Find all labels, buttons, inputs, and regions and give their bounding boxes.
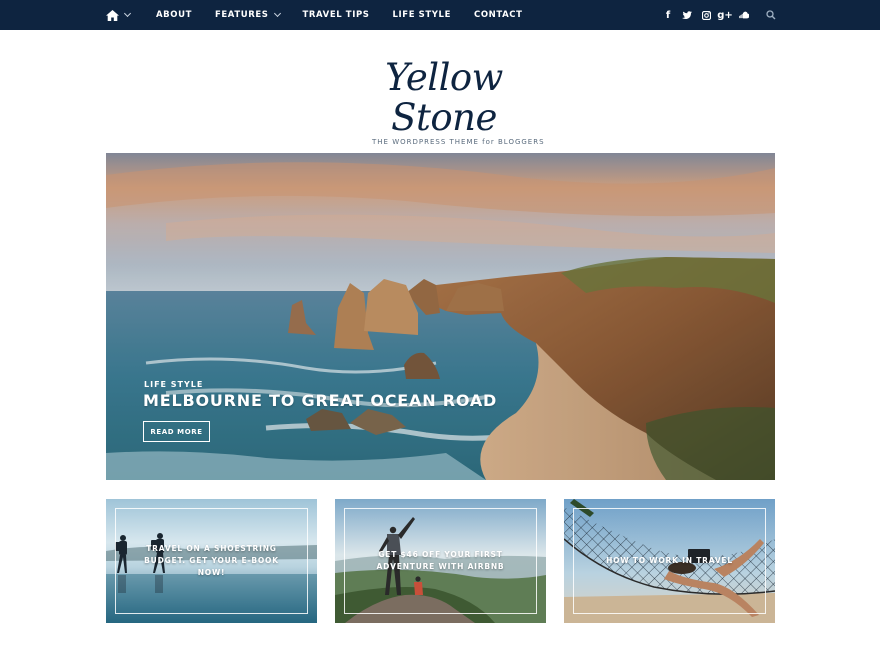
- hero-category[interactable]: LIFE STYLE: [144, 380, 203, 389]
- featured-slider[interactable]: LIFE STYLE MELBOURNE TO GREAT OCEAN ROAD…: [106, 153, 775, 480]
- promo-card-airbnb[interactable]: GET $46 OFF YOUR FIRST ADVENTURE WITH AI…: [335, 499, 546, 623]
- card-title: GET $46 OFF YOUR FIRST ADVENTURE WITH AI…: [376, 550, 505, 571]
- hero-title[interactable]: MELBOURNE TO GREAT OCEAN ROAD: [143, 391, 497, 410]
- instagram-icon[interactable]: [701, 8, 711, 22]
- social-links: f g+: [654, 0, 776, 30]
- read-more-button[interactable]: READ MORE: [143, 421, 210, 442]
- search-icon[interactable]: [766, 8, 776, 22]
- card-title: TRAVEL ON A SHOESTRING BUDGET. GET YOUR …: [144, 544, 279, 577]
- nav-label: TRAVEL TIPS: [302, 10, 370, 20]
- promo-card-work-in-travel[interactable]: HOW TO WORK IN TRAVEL: [564, 499, 775, 623]
- nav-item-about[interactable]: ABOUT: [156, 10, 192, 20]
- nav-item-contact[interactable]: CONTACT: [474, 10, 523, 20]
- card-title: HOW TO WORK IN TRAVEL: [606, 556, 733, 565]
- nav-label: FEATURES: [214, 10, 269, 20]
- chevron-down-icon: [123, 9, 132, 18]
- promo-card-shoestring[interactable]: TRAVEL ON A SHOESTRING BUDGET. GET YOUR …: [106, 499, 317, 623]
- chevron-down-icon: [273, 9, 281, 18]
- soundcloud-icon[interactable]: [739, 8, 749, 22]
- nav-label: LIFE STYLE: [392, 10, 451, 20]
- home-icon: [106, 9, 119, 21]
- site-logo[interactable]: Yellow Stone THE WORDPRESS THEME for BLO…: [320, 58, 560, 147]
- home-menu-item[interactable]: [106, 9, 132, 21]
- main-menu: ABOUT FEATURES TRAVEL TIPS LIFE STYLE CO…: [106, 0, 546, 30]
- nav-label: ABOUT: [156, 10, 192, 20]
- facebook-icon[interactable]: f: [663, 8, 673, 22]
- nav-item-life-style[interactable]: LIFE STYLE: [393, 10, 451, 20]
- nav-item-features[interactable]: FEATURES: [214, 9, 281, 20]
- nav-item-travel-tips[interactable]: TRAVEL TIPS: [303, 10, 370, 20]
- top-navigation-bar: ABOUT FEATURES TRAVEL TIPS LIFE STYLE CO…: [0, 0, 880, 30]
- logo-wordmark: Yellow Stone: [385, 56, 503, 139]
- google-plus-icon[interactable]: g+: [717, 8, 733, 22]
- logo-tagline: THE WORDPRESS THEME for BLOGGERS: [372, 138, 545, 146]
- twitter-icon[interactable]: [682, 8, 692, 22]
- nav-label: CONTACT: [473, 10, 523, 20]
